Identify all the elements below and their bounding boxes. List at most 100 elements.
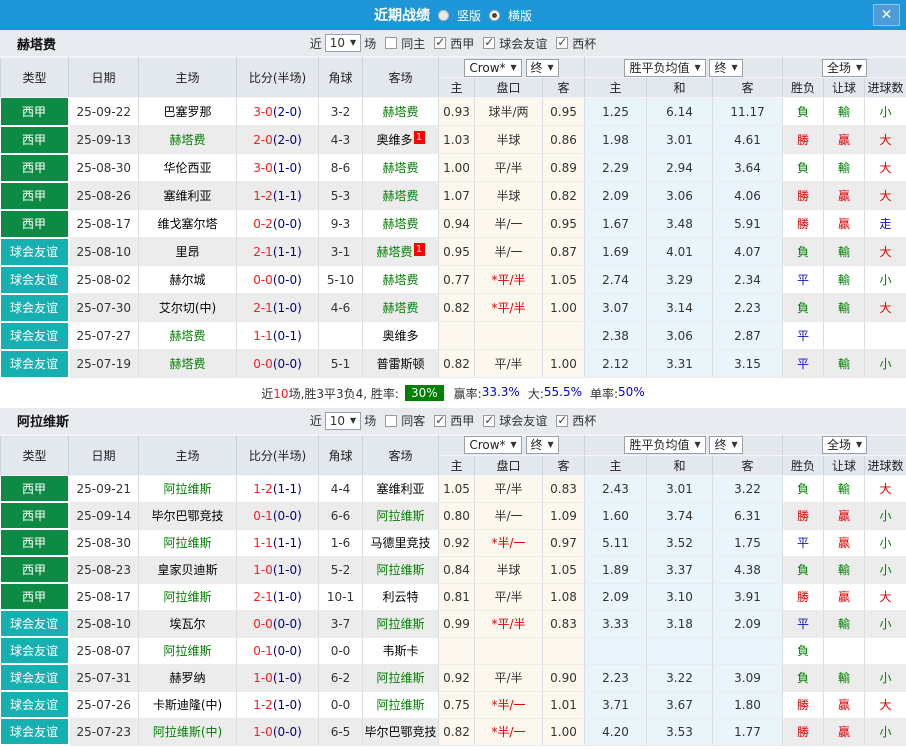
- team-name: 奥维多: [382, 329, 419, 343]
- result-wdl-cell: 負: [782, 475, 825, 503]
- odds-company-select[interactable]: Crow* ▼: [464, 436, 522, 454]
- close-icon[interactable]: ✕: [873, 4, 900, 26]
- result-mark: 輸: [838, 245, 851, 259]
- score-cell: 1-2(1-0): [236, 691, 319, 719]
- subcol-avg-away: 客: [712, 454, 784, 476]
- team-name: 埃瓦尔: [169, 617, 206, 631]
- team-name: 华伦西亚: [163, 161, 212, 175]
- team-name: 阿拉维斯(中): [152, 725, 223, 739]
- result-mark: 平: [797, 357, 810, 371]
- odds-home-cell: 1.03: [438, 125, 475, 154]
- summary-record: 场,胜3平3负4, 胜率:: [288, 386, 399, 401]
- subcol-avg-draw: 和: [646, 454, 714, 476]
- col-date: 日期: [68, 57, 139, 98]
- result-handicap-cell: 贏: [823, 209, 866, 238]
- avg-away-cell: 2.87: [712, 321, 784, 350]
- result-mark: 平: [797, 617, 810, 631]
- corner-cell: 4-3: [318, 125, 363, 154]
- avg-away-cell: 1.75: [712, 529, 784, 557]
- league-checkbox[interactable]: [434, 35, 447, 49]
- subcol-handicap-result: 让球: [823, 77, 866, 98]
- col-score: 比分(半场): [236, 57, 319, 98]
- result-wdl-cell: 勝: [782, 125, 825, 154]
- result-handicap-cell: 贏: [823, 691, 866, 719]
- same-venue-checkbox[interactable]: [385, 414, 398, 427]
- subcol-wdl: 胜负: [782, 454, 825, 476]
- odds-final-select[interactable]: 终 ▼: [525, 58, 559, 77]
- home-team-cell: 赫塔费: [138, 349, 237, 378]
- avg-select[interactable]: 胜平负均值 ▼: [624, 436, 706, 454]
- result-mark: 贏: [838, 189, 851, 203]
- result-mark: 勝: [797, 133, 810, 147]
- match-type-cell: 球会友谊: [0, 321, 70, 351]
- result-goals-cell: 大: [864, 153, 906, 182]
- radio-vertical-label[interactable]: 竖版: [457, 7, 481, 24]
- result-goals-cell: 小: [864, 502, 906, 530]
- team-name: 奥维多: [376, 133, 413, 147]
- scope-select[interactable]: 全场 ▼: [821, 58, 868, 77]
- score-cell: 0-2(0-0): [236, 209, 319, 238]
- match-row: 西甲 25-08-26 塞维利亚 1-2(1-1) 5-3 赫塔费 1.07 半球 0.82 2.…: [0, 181, 906, 211]
- chevron-down-icon: ▼: [694, 440, 701, 449]
- match-count-select[interactable]: 10 ▼: [324, 34, 362, 52]
- result-goals-cell: 小: [864, 265, 906, 294]
- red-card-badge: 1: [413, 243, 425, 256]
- scope-select[interactable]: 全场 ▼: [821, 436, 868, 454]
- handicap-cell: 平/半: [474, 664, 543, 692]
- cup-checkbox[interactable]: [556, 35, 569, 49]
- result-handicap-cell: 贏: [823, 529, 866, 557]
- team-name: 阿拉维斯: [163, 482, 212, 496]
- avg-final-select[interactable]: 终 ▼: [709, 58, 743, 77]
- avg-draw-cell: 6.14: [646, 97, 714, 126]
- odds-company-select[interactable]: Crow* ▼: [464, 58, 522, 77]
- odds-away-cell: 0.89: [542, 153, 586, 182]
- radio-vertical-layout[interactable]: [437, 9, 449, 21]
- result-goals-cell: 大: [864, 181, 906, 210]
- match-type-cell: 西甲: [0, 209, 70, 239]
- date-cell: 25-07-30: [68, 293, 139, 322]
- team-name: 里昂: [175, 245, 200, 259]
- odds-home-cell: 0.82: [438, 349, 475, 378]
- radio-horizontal-label[interactable]: 横版: [508, 7, 532, 24]
- same-venue-checkbox[interactable]: [385, 37, 398, 49]
- odds-final-select[interactable]: 终 ▼: [525, 436, 559, 454]
- odds-home-cell: 0.92: [438, 529, 475, 557]
- subcol-goals-result: 进球数: [864, 454, 906, 476]
- result-goals-cell: 小: [864, 718, 906, 746]
- avg-home-cell: 1.98: [584, 125, 648, 154]
- result-mark: 勝: [797, 725, 810, 739]
- result-mark: 小: [879, 273, 892, 287]
- team-name: 阿拉维斯: [163, 536, 212, 550]
- friendly-checkbox[interactable]: [483, 413, 496, 427]
- away-team-cell: 赫塔费: [362, 181, 439, 210]
- radio-horizontal-layout[interactable]: [489, 9, 500, 21]
- avg-home-cell: 2.09: [584, 181, 648, 210]
- avg-draw-cell: 3.06: [646, 181, 714, 210]
- team-name: 赫塔费: [382, 273, 419, 287]
- result-mark: 負: [797, 245, 810, 259]
- avg-final-select[interactable]: 终 ▼: [709, 436, 743, 454]
- cup-checkbox[interactable]: [556, 413, 569, 427]
- avg-select[interactable]: 胜平负均值 ▼: [624, 58, 706, 77]
- avg-away-cell: 1.80: [712, 691, 784, 719]
- result-mark: 輸: [838, 563, 851, 577]
- avg-draw-cell: 3.31: [646, 349, 714, 378]
- corner-cell: 6-2: [318, 664, 363, 692]
- match-count-select[interactable]: 10 ▼: [324, 411, 362, 430]
- friendly-checkbox[interactable]: [483, 35, 496, 49]
- odds-group-header: Crow* ▼ 终 ▼: [437, 57, 586, 78]
- league-checkbox[interactable]: [434, 413, 447, 427]
- result-mark: 小: [879, 105, 892, 119]
- avg-home-cell: 1.60: [584, 502, 648, 530]
- date-cell: 25-07-26: [68, 691, 139, 719]
- away-team-cell: 马德里竞技: [362, 529, 439, 557]
- near-label: 近: [309, 36, 322, 51]
- avg-away-cell: 2.23: [712, 293, 784, 322]
- team-name: 赫尔城: [169, 273, 206, 287]
- chevron-down-icon: ▼: [694, 62, 701, 72]
- col-home: 主场: [138, 434, 237, 476]
- team-name: 赫塔费: [169, 329, 206, 343]
- result-goals-cell: [864, 321, 906, 350]
- avg-home-cell: 2.12: [584, 349, 648, 378]
- result-handicap-cell: 輸: [823, 610, 866, 638]
